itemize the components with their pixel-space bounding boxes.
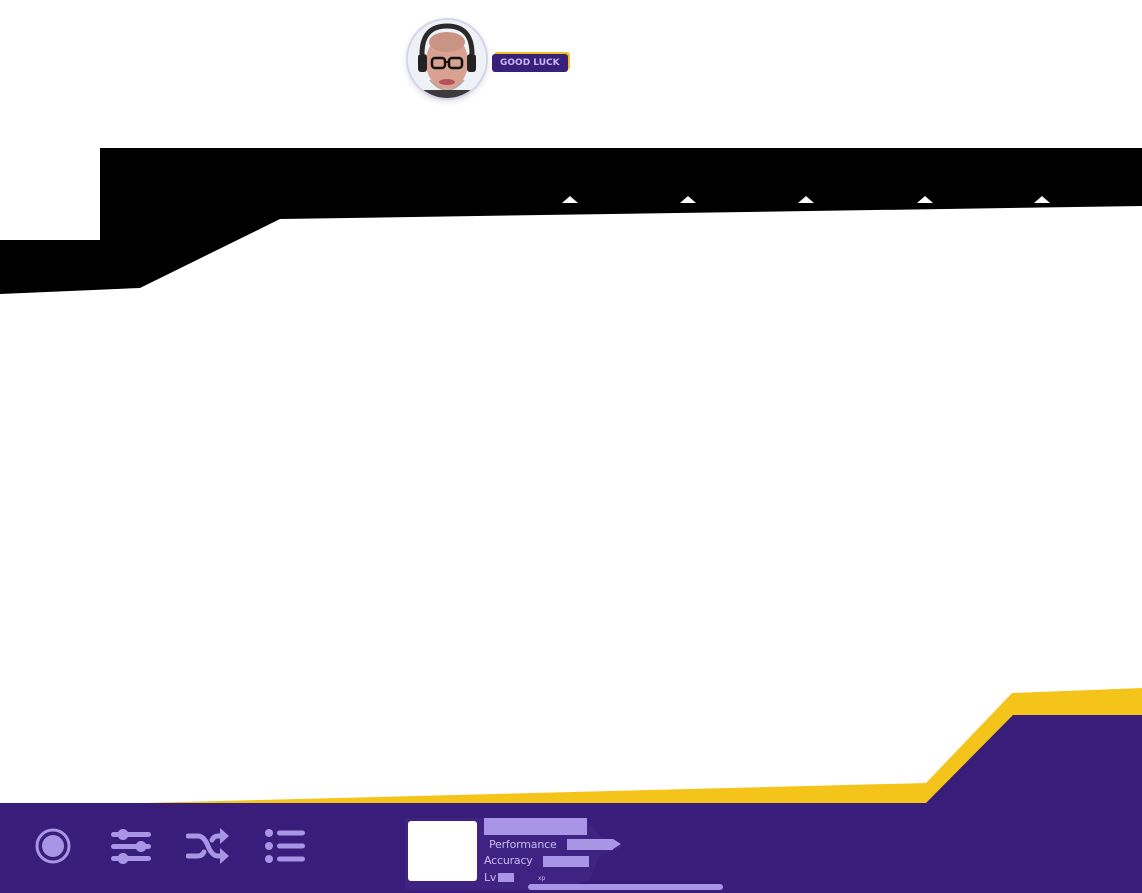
list-button[interactable] (260, 822, 310, 870)
performance-label: Performance (489, 838, 557, 851)
xp-label: xp (538, 875, 546, 882)
performance-bar (567, 839, 621, 850)
shuffle-button[interactable] (183, 822, 233, 870)
background-shapes (0, 148, 1142, 893)
accuracy-bar (543, 856, 589, 867)
level-label: Lv (484, 871, 497, 884)
top-ribbon (0, 148, 1142, 294)
settings-button[interactable] (106, 822, 156, 870)
accuracy-label: Accuracy (484, 854, 533, 867)
record-icon (35, 828, 71, 864)
xp-progress-fill (528, 884, 723, 890)
list-icon (265, 829, 305, 863)
shuffle-icon (186, 828, 229, 864)
user-avatar[interactable] (408, 20, 486, 98)
record-button[interactable] (28, 822, 78, 870)
xp-progress-track (528, 884, 723, 890)
profile-name-bar[interactable] (484, 818, 587, 835)
profile-avatar[interactable] (408, 821, 477, 881)
level-value-bar (498, 873, 514, 882)
face-illustration (408, 20, 486, 98)
sliders-icon (111, 829, 151, 864)
good-luck-badge: GOOD LUCK (492, 54, 568, 72)
